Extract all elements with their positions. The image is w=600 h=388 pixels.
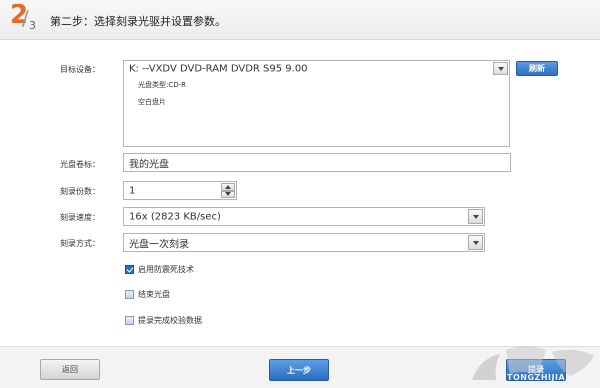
speed-select[interactable]: 16x (2823 KB/sec) xyxy=(123,207,485,226)
finalize-disc-checkbox[interactable] xyxy=(125,290,134,299)
step-total-number: 3 xyxy=(29,19,36,32)
volume-label-value: 我的光盘 xyxy=(129,159,169,170)
option-finalize-disc[interactable]: 结束光盘 xyxy=(125,289,170,300)
step-slash: / xyxy=(22,6,29,30)
chevron-down-icon xyxy=(472,240,479,245)
mode-dropdown-button[interactable] xyxy=(468,235,483,250)
copies-label: 刻录份数： xyxy=(60,187,100,196)
chevron-down-icon xyxy=(225,192,231,197)
copies-stepper[interactable]: 1 xyxy=(123,181,237,200)
copies-value: 1 xyxy=(129,185,136,196)
target-device-select[interactable]: K: --VXDV DVD-RAM DVDR S95 9.00 xyxy=(123,60,510,77)
mode-select[interactable]: 光盘一次刻录 xyxy=(123,233,485,252)
finalize-disc-label: 结束光盘 xyxy=(138,290,170,299)
previous-step-button[interactable]: 上一步 xyxy=(269,359,329,381)
chevron-down-icon xyxy=(472,214,479,219)
target-device-dropdown-button[interactable] xyxy=(493,62,508,75)
option-verify-data[interactable]: 提录完成校验数据 xyxy=(125,315,202,326)
chevron-up-icon xyxy=(225,184,231,189)
volume-label-label: 光盘卷标： xyxy=(60,160,100,169)
back-button[interactable]: 返回 xyxy=(40,359,100,380)
target-device-label: 目标设备： xyxy=(60,65,100,74)
mode-value: 光盘一次刻录 xyxy=(129,239,189,250)
antishock-checkbox[interactable] xyxy=(125,265,134,274)
watermark-text: TONGZHIJIA xyxy=(507,373,566,382)
volume-label-input[interactable]: 我的光盘 xyxy=(123,153,511,172)
verify-data-label: 提录完成校验数据 xyxy=(138,316,202,325)
mode-label: 刻录方式： xyxy=(60,239,100,248)
chevron-down-icon xyxy=(497,66,504,71)
speed-value: 16x (2823 KB/sec) xyxy=(129,211,221,222)
disc-status: 空白盘片 xyxy=(138,98,166,106)
option-antishock[interactable]: 启用防震死技术 xyxy=(125,264,194,275)
disc-type: 光盘类型:CD-R xyxy=(138,81,187,89)
step-title: 第二步：选择刻录光驱并设置参数。 xyxy=(50,15,226,28)
speed-label: 刻录速度： xyxy=(60,213,100,222)
target-device-value: K: --VXDV DVD-RAM DVDR S95 9.00 xyxy=(129,63,308,74)
step-header: 2 / 3 第二步：选择刻录光驱并设置参数。 xyxy=(0,0,600,40)
decrement-button[interactable] xyxy=(221,190,235,198)
speed-dropdown-button[interactable] xyxy=(468,209,483,224)
refresh-button[interactable]: 刷新 xyxy=(516,61,558,76)
increment-button[interactable] xyxy=(221,183,235,191)
verify-data-checkbox[interactable] xyxy=(125,316,134,325)
disc-info-panel: 光盘类型:CD-R 空白盘片 xyxy=(123,76,510,147)
antishock-label: 启用防震死技术 xyxy=(138,265,194,274)
copies-spin-buttons xyxy=(221,183,235,198)
